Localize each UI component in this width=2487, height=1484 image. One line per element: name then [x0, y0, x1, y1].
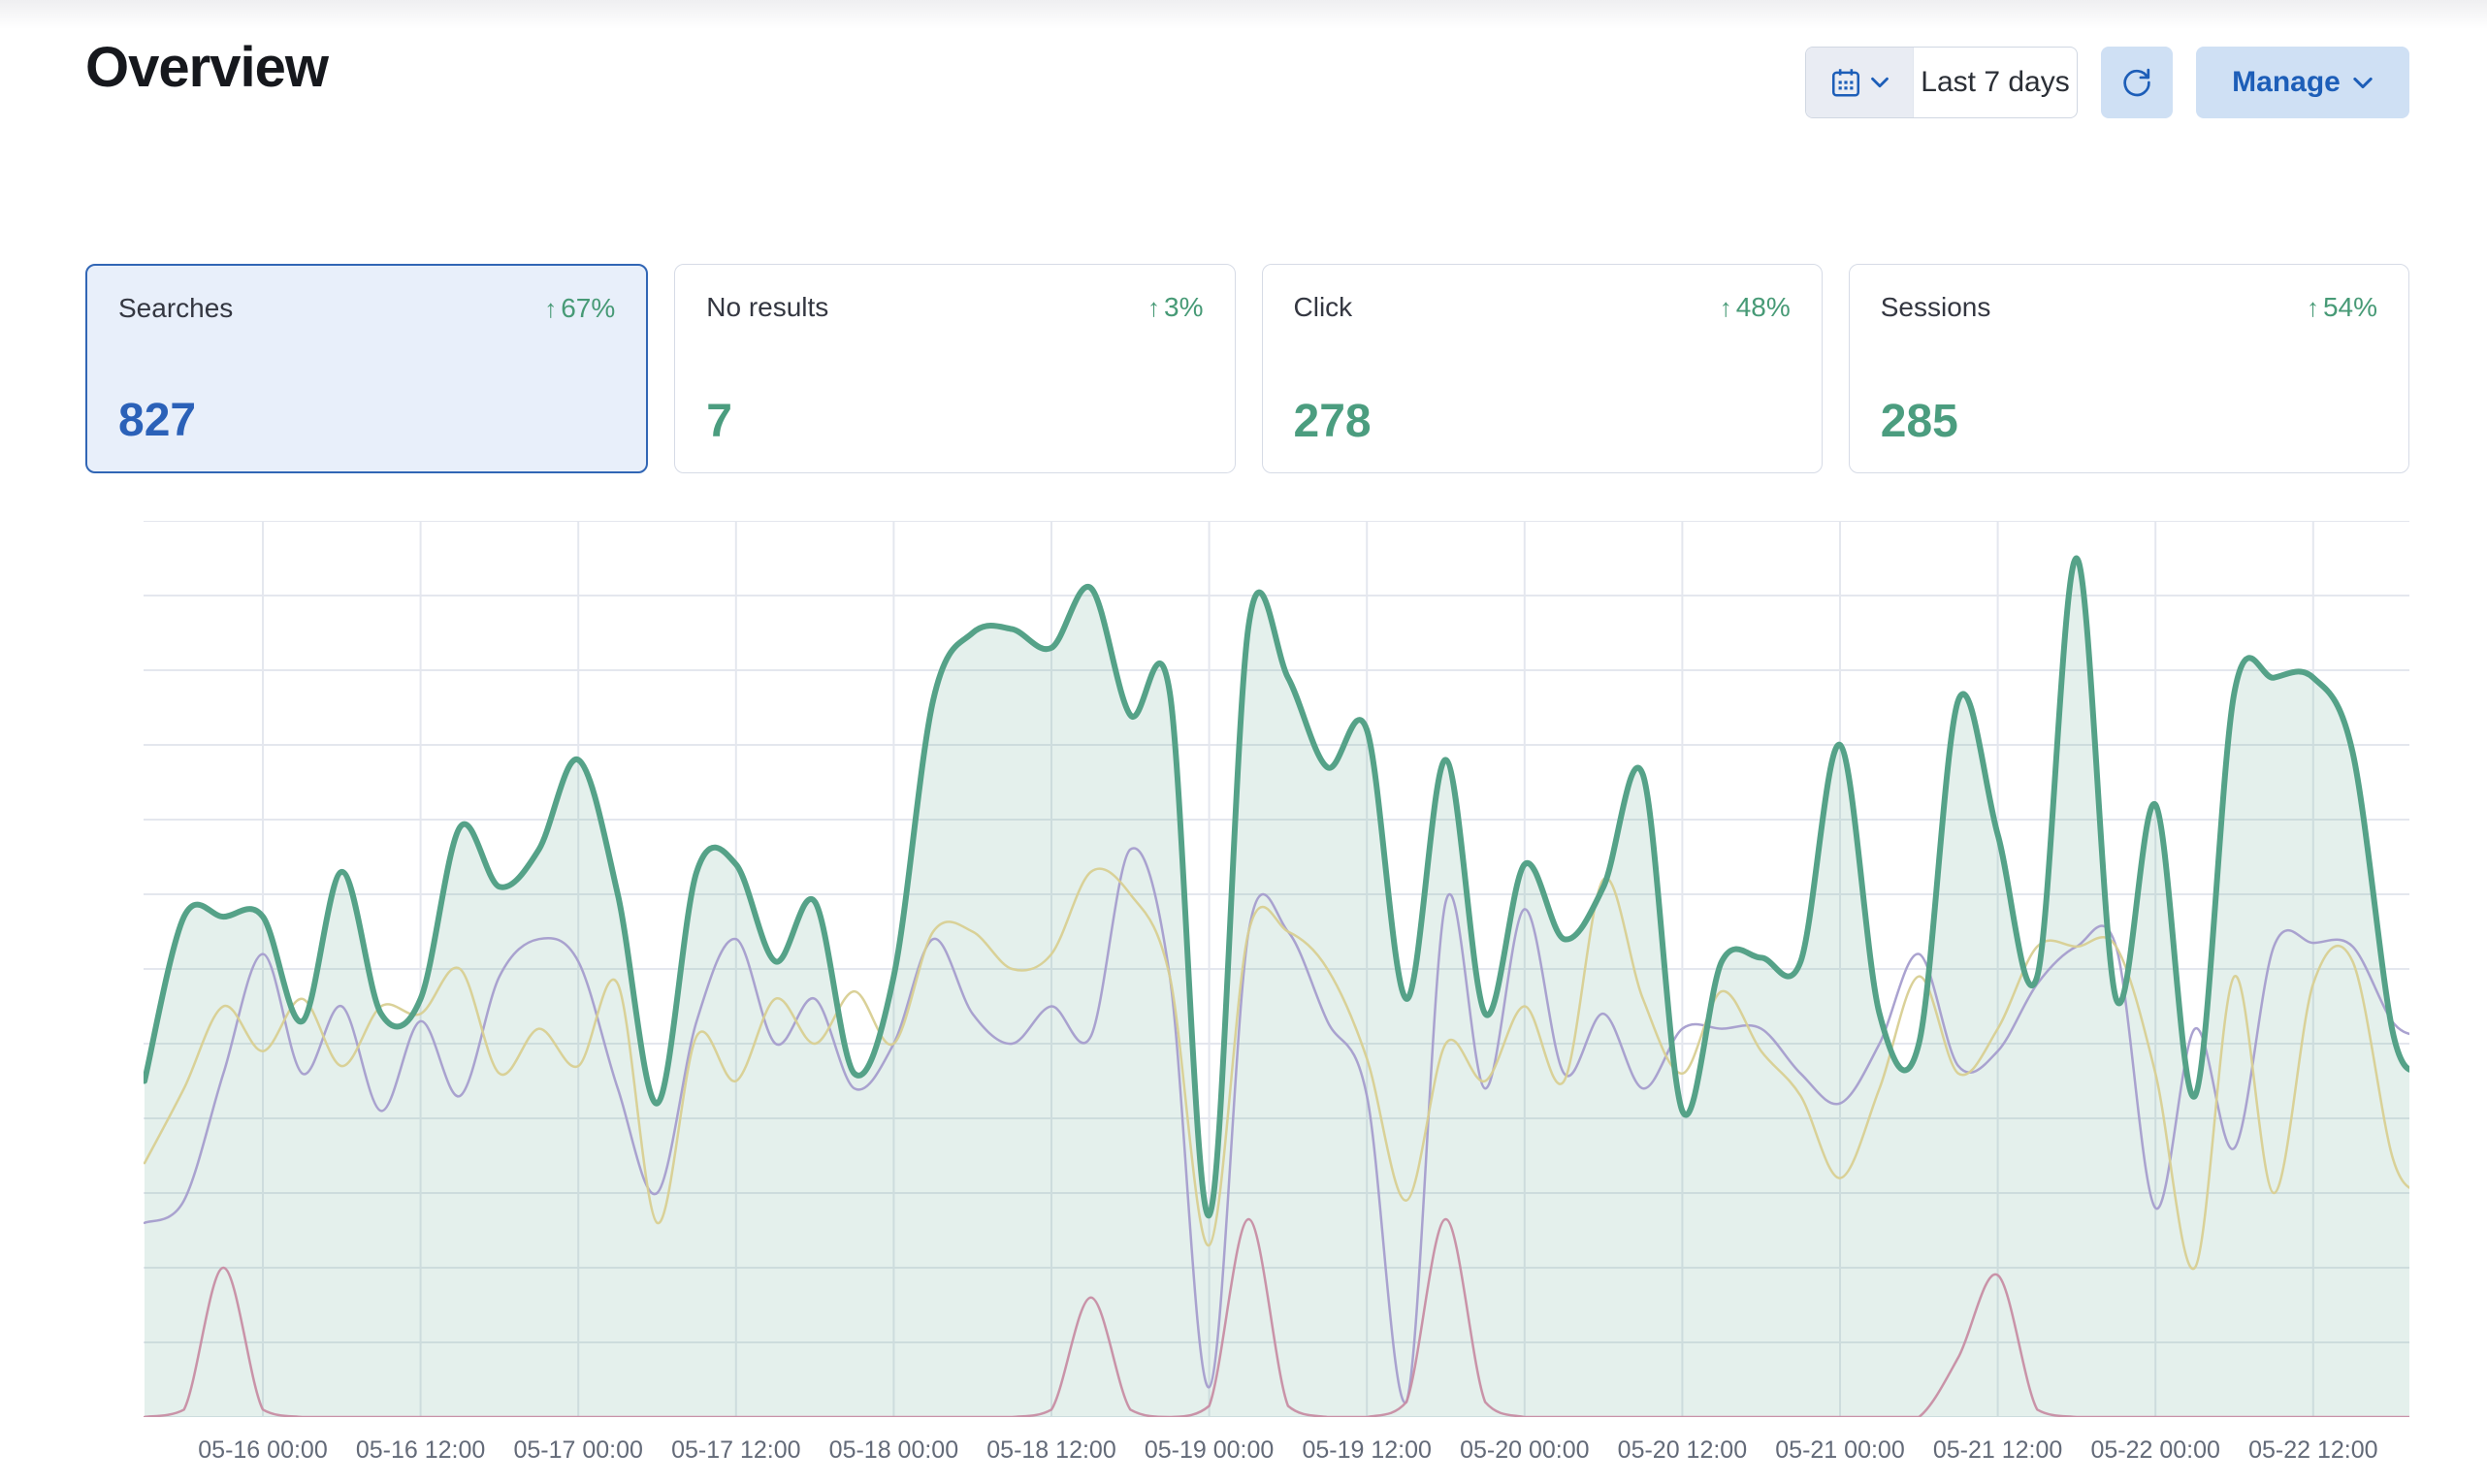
- metric-card-no-results[interactable]: No results ↑3% 7: [674, 264, 1235, 473]
- metric-card-sessions[interactable]: Sessions ↑54% 285: [1849, 264, 2409, 473]
- calendar-icon: [1829, 66, 1862, 99]
- trend-up-icon: ↑: [1147, 293, 1160, 323]
- top-gradient: [0, 0, 2487, 29]
- x-axis-label: 05-18 12:00: [986, 1436, 1115, 1465]
- metric-value: 285: [1881, 399, 2377, 445]
- x-axis-label: 05-22 00:00: [2090, 1436, 2219, 1465]
- metric-value: 278: [1294, 399, 1791, 445]
- x-axis-label: 05-17 12:00: [671, 1436, 800, 1465]
- trend-up-icon: ↑: [544, 294, 557, 324]
- x-axis-label: 05-20 12:00: [1618, 1436, 1747, 1465]
- x-axis-label: 05-20 00:00: [1460, 1436, 1589, 1465]
- chevron-down-icon: [1870, 76, 1889, 89]
- refresh-icon: [2119, 65, 2154, 100]
- x-axis-label: 05-16 00:00: [198, 1436, 327, 1465]
- page-title: Overview: [85, 35, 328, 100]
- x-axis-label: 05-19 12:00: [1302, 1436, 1431, 1465]
- x-axis-label: 05-22 12:00: [2248, 1436, 2377, 1465]
- metric-label: Sessions: [1881, 292, 1991, 323]
- date-picker-calendar-button[interactable]: [1806, 48, 1914, 117]
- x-axis-label: 05-18 00:00: [829, 1436, 958, 1465]
- manage-button-label: Manage: [2232, 66, 2341, 99]
- metric-value: 7: [706, 399, 1203, 445]
- x-axis-label: 05-21 12:00: [1933, 1436, 2062, 1465]
- metric-card-click[interactable]: Click ↑48% 278: [1262, 264, 1823, 473]
- toolbar: Last 7 days Manage: [1805, 47, 2409, 118]
- traffic-chart-canvas[interactable]: [144, 521, 2409, 1417]
- x-axis-label: 05-19 00:00: [1145, 1436, 1274, 1465]
- metric-delta: ↑54%: [2307, 292, 2377, 323]
- metric-card-searches[interactable]: Searches ↑67% 827: [85, 264, 648, 473]
- metric-label: No results: [706, 292, 828, 323]
- manage-button[interactable]: Manage: [2196, 47, 2409, 118]
- date-range-value[interactable]: Last 7 days: [1914, 48, 2077, 117]
- metric-delta: ↑48%: [1720, 292, 1791, 323]
- metric-value: 827: [118, 398, 615, 444]
- metric-delta: ↑67%: [544, 293, 615, 324]
- traffic-chart: 05-16 00:00 05-16 12:00 05-17 00:00 05-17 1…: [0, 0, 2487, 1484]
- metric-label: Searches: [118, 293, 233, 324]
- analytics-overview-page: Overview: [0, 0, 2487, 1484]
- trend-up-icon: ↑: [2307, 293, 2319, 323]
- x-axis-label: 05-17 00:00: [513, 1436, 642, 1465]
- metric-cards: Searches ↑67% 827 No results ↑3% 7 Click…: [85, 264, 2409, 473]
- metric-delta: ↑3%: [1147, 292, 1203, 323]
- metric-label: Click: [1294, 292, 1353, 323]
- trend-up-icon: ↑: [1720, 293, 1732, 323]
- chevron-down-icon: [2352, 76, 2374, 90]
- x-axis-label: 05-21 00:00: [1775, 1436, 1904, 1465]
- x-axis-label: 05-16 12:00: [356, 1436, 485, 1465]
- refresh-button[interactable]: [2101, 47, 2173, 118]
- date-range-picker[interactable]: Last 7 days: [1805, 47, 2078, 118]
